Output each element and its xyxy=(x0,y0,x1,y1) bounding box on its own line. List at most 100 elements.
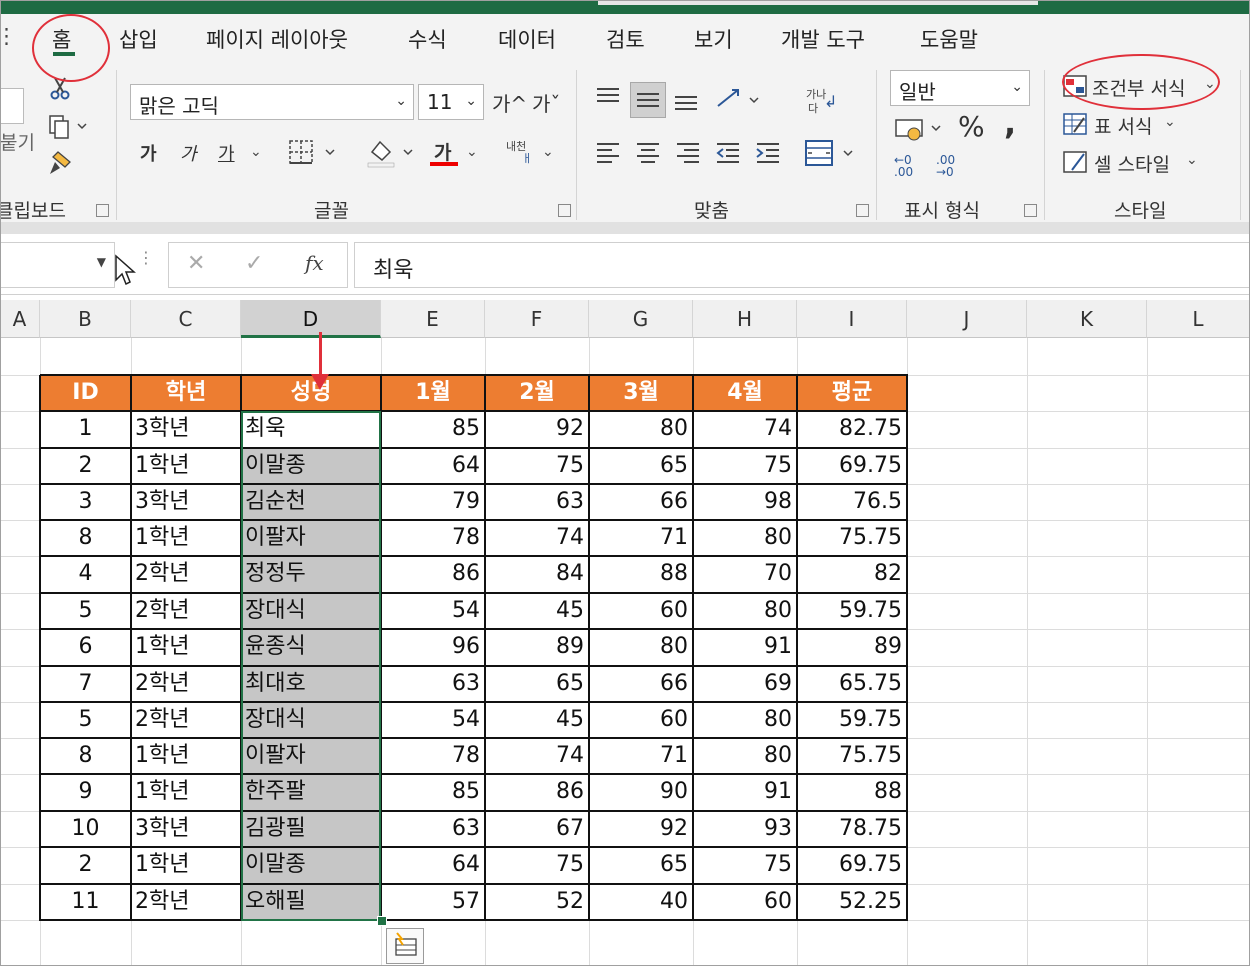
table-cell[interactable]: 80 xyxy=(589,629,693,666)
table-cell[interactable]: 54 xyxy=(381,702,485,738)
table-cell[interactable]: 92 xyxy=(589,811,693,847)
table-cell[interactable]: 7 xyxy=(40,666,131,702)
table-cell[interactable]: 80 xyxy=(589,411,693,448)
table-cell[interactable]: 11 xyxy=(40,884,131,920)
table-cell[interactable]: 71 xyxy=(589,738,693,774)
table-cell[interactable]: 86 xyxy=(381,556,485,593)
fill-handle[interactable] xyxy=(377,916,387,926)
table-header-cell[interactable]: 학년 xyxy=(131,375,241,411)
table-cell[interactable]: 75.75 xyxy=(797,520,907,556)
table-cell[interactable]: 96 xyxy=(381,629,485,666)
table-cell[interactable]: 70 xyxy=(693,556,797,593)
table-cell[interactable]: 85 xyxy=(381,411,485,448)
table-cell[interactable]: 3학년 xyxy=(131,411,241,448)
table-cell[interactable]: 65 xyxy=(589,448,693,484)
table-header-cell[interactable]: ID xyxy=(40,375,131,411)
table-header-cell[interactable]: 3월 xyxy=(589,375,693,411)
table-cell[interactable]: 59.75 xyxy=(797,593,907,629)
table-cell[interactable]: 92 xyxy=(485,411,589,448)
table-cell[interactable]: 82 xyxy=(797,556,907,593)
table-cell[interactable]: 98 xyxy=(693,484,797,520)
worksheet-grid[interactable]: ID 학년 성명 1월 2월 3월 4월 평균 1 3학년 최욱 85 92 80 74 82.75 2 1학년 이… xyxy=(0,0,1250,966)
table-cell[interactable]: 66 xyxy=(589,666,693,702)
table-header-cell[interactable]: 4월 xyxy=(693,375,797,411)
table-cell[interactable]: 88 xyxy=(589,556,693,593)
table-cell[interactable]: 3학년 xyxy=(131,811,241,847)
table-cell[interactable]: 8 xyxy=(40,520,131,556)
table-cell[interactable]: 86 xyxy=(485,774,589,811)
table-cell[interactable]: 1 xyxy=(40,411,131,448)
table-cell[interactable]: 89 xyxy=(797,629,907,666)
table-cell[interactable]: 90 xyxy=(589,774,693,811)
table-cell[interactable]: 2학년 xyxy=(131,666,241,702)
table-cell[interactable]: 75.75 xyxy=(797,738,907,774)
table-cell[interactable]: 76.5 xyxy=(797,484,907,520)
table-cell[interactable]: 1학년 xyxy=(131,774,241,811)
table-header-cell[interactable]: 2월 xyxy=(485,375,589,411)
table-cell[interactable]: 45 xyxy=(485,593,589,629)
table-cell[interactable]: 1학년 xyxy=(131,847,241,884)
table-cell[interactable]: 10 xyxy=(40,811,131,847)
table-cell[interactable]: 2 xyxy=(40,847,131,884)
table-cell[interactable]: 91 xyxy=(693,774,797,811)
table-cell[interactable]: 3 xyxy=(40,484,131,520)
table-cell[interactable]: 82.75 xyxy=(797,411,907,448)
table-cell[interactable]: 3학년 xyxy=(131,484,241,520)
table-cell[interactable]: 59.75 xyxy=(797,702,907,738)
table-cell[interactable]: 93 xyxy=(693,811,797,847)
table-cell[interactable]: 4 xyxy=(40,556,131,593)
table-cell[interactable]: 65 xyxy=(589,847,693,884)
table-cell[interactable]: 74 xyxy=(485,738,589,774)
table-cell[interactable]: 80 xyxy=(693,702,797,738)
table-cell[interactable]: 63 xyxy=(381,666,485,702)
table-cell[interactable]: 69.75 xyxy=(797,448,907,484)
table-cell[interactable]: 64 xyxy=(381,448,485,484)
table-cell[interactable]: 75 xyxy=(693,448,797,484)
table-cell[interactable]: 67 xyxy=(485,811,589,847)
table-cell[interactable]: 65 xyxy=(485,666,589,702)
table-cell[interactable]: 54 xyxy=(381,593,485,629)
table-cell[interactable]: 2학년 xyxy=(131,884,241,920)
table-cell[interactable]: 52.25 xyxy=(797,884,907,920)
table-cell[interactable]: 57 xyxy=(381,884,485,920)
table-cell[interactable]: 88 xyxy=(797,774,907,811)
quick-analysis-button[interactable] xyxy=(386,928,424,964)
table-cell[interactable]: 5 xyxy=(40,593,131,629)
table-cell[interactable]: 45 xyxy=(485,702,589,738)
table-cell[interactable]: 75 xyxy=(693,847,797,884)
table-cell[interactable]: 2학년 xyxy=(131,556,241,593)
table-cell[interactable]: 2 xyxy=(40,448,131,484)
table-cell[interactable]: 75 xyxy=(485,847,589,884)
table-cell[interactable]: 80 xyxy=(693,593,797,629)
table-cell[interactable]: 1학년 xyxy=(131,738,241,774)
table-cell[interactable]: 80 xyxy=(693,520,797,556)
table-cell[interactable]: 74 xyxy=(693,411,797,448)
table-cell[interactable]: 40 xyxy=(589,884,693,920)
table-cell[interactable]: 2학년 xyxy=(131,593,241,629)
table-cell[interactable]: 52 xyxy=(485,884,589,920)
table-cell[interactable]: 74 xyxy=(485,520,589,556)
table-cell[interactable]: 69.75 xyxy=(797,847,907,884)
table-cell[interactable]: 71 xyxy=(589,520,693,556)
table-cell[interactable]: 2학년 xyxy=(131,702,241,738)
table-cell[interactable]: 1학년 xyxy=(131,520,241,556)
table-cell[interactable]: 63 xyxy=(381,811,485,847)
table-cell[interactable]: 60 xyxy=(589,593,693,629)
table-cell[interactable]: 1학년 xyxy=(131,629,241,666)
table-cell[interactable]: 78 xyxy=(381,738,485,774)
table-cell[interactable]: 1학년 xyxy=(131,448,241,484)
table-cell[interactable]: 84 xyxy=(485,556,589,593)
table-cell[interactable]: 89 xyxy=(485,629,589,666)
table-cell[interactable]: 79 xyxy=(381,484,485,520)
table-cell[interactable]: 91 xyxy=(693,629,797,666)
table-cell[interactable]: 78.75 xyxy=(797,811,907,847)
table-cell[interactable]: 60 xyxy=(693,884,797,920)
table-cell[interactable]: 6 xyxy=(40,629,131,666)
table-cell[interactable]: 69 xyxy=(693,666,797,702)
table-cell[interactable]: 65.75 xyxy=(797,666,907,702)
table-cell[interactable]: 80 xyxy=(693,738,797,774)
table-header-cell[interactable]: 1월 xyxy=(381,375,485,411)
table-cell[interactable]: 8 xyxy=(40,738,131,774)
table-cell[interactable]: 66 xyxy=(589,484,693,520)
table-cell[interactable]: 75 xyxy=(485,448,589,484)
